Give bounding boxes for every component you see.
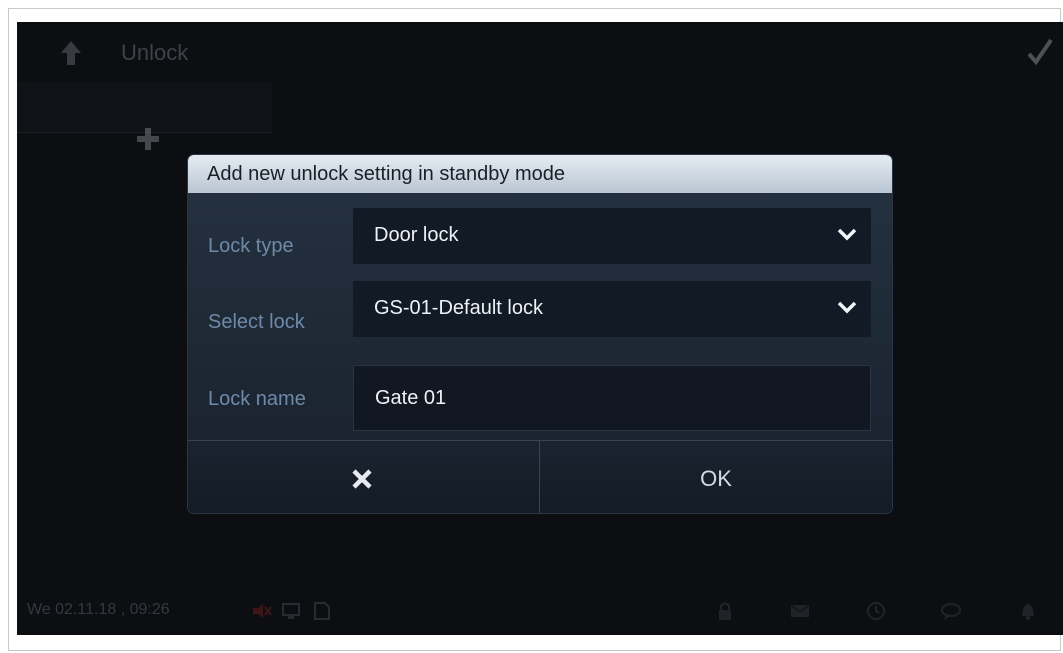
status-datetime: We 02.11.18 , 09:26 bbox=[27, 601, 170, 618]
unlock-setting-dialog: Add new unlock setting in standby mode L… bbox=[188, 155, 892, 513]
top-bar: Unlock bbox=[17, 22, 1063, 82]
bell-icon[interactable] bbox=[1017, 601, 1039, 621]
select-lock-row: Select lock GS-01-Default lock bbox=[188, 278, 892, 342]
page-title: Unlock bbox=[121, 40, 189, 65]
lock-type-value: Door lock bbox=[374, 224, 459, 246]
clock-icon[interactable] bbox=[865, 601, 887, 621]
ok-button[interactable]: OK bbox=[540, 441, 892, 513]
network-icon bbox=[282, 603, 300, 619]
ok-button-label: OK bbox=[700, 466, 732, 491]
dialog-button-row: OK bbox=[188, 440, 892, 513]
lock-name-value: Gate 01 bbox=[375, 387, 447, 409]
lock-name-row: Lock name Gate 01 bbox=[188, 360, 892, 431]
sd-card-icon bbox=[314, 602, 330, 620]
mute-icon bbox=[253, 604, 272, 618]
status-bar: We 02.11.18 , 09:26 bbox=[17, 589, 1063, 635]
dialog-title: Add new unlock setting in standby mode bbox=[188, 155, 892, 193]
lock-type-label: Lock type bbox=[208, 235, 294, 257]
select-lock-value: GS-01-Default lock bbox=[374, 297, 543, 319]
plus-icon[interactable] bbox=[135, 126, 161, 152]
chevron-down-icon bbox=[837, 301, 857, 314]
lock-type-row: Lock type Door lock bbox=[188, 205, 892, 269]
lock-icon[interactable] bbox=[714, 601, 736, 621]
back-arrow-icon[interactable] bbox=[59, 40, 83, 66]
cancel-button[interactable] bbox=[188, 441, 540, 513]
select-lock-select[interactable]: GS-01-Default lock bbox=[353, 281, 871, 337]
device-screen: Unlock We 02.11.18 , 09:26 Add new unloc… bbox=[17, 22, 1063, 635]
check-icon[interactable] bbox=[1027, 38, 1053, 66]
lock-name-label: Lock name bbox=[208, 388, 306, 410]
chevron-down-icon bbox=[837, 228, 857, 241]
select-lock-label: Select lock bbox=[208, 311, 305, 333]
lock-name-input[interactable]: Gate 01 bbox=[353, 365, 871, 431]
lock-type-select[interactable]: Door lock bbox=[353, 208, 871, 264]
chat-icon[interactable] bbox=[940, 601, 962, 621]
close-icon bbox=[352, 469, 372, 489]
mail-icon[interactable] bbox=[789, 601, 811, 621]
